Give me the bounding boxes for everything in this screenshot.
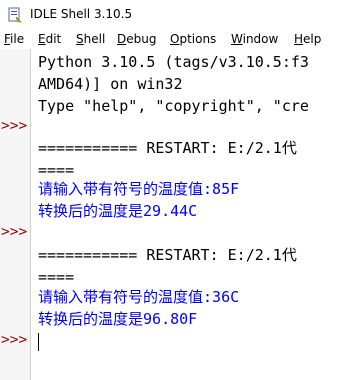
restart-line: =========== RESTART: E:/2.1代 xyxy=(38,246,297,264)
shell-text-area[interactable]: Python 3.10.5 (tags/v3.10.5:f3 AMD64)] o… xyxy=(38,49,347,380)
shell-prompt: >>> xyxy=(1,224,28,240)
banner-line: Type "help", "copyright", "cre xyxy=(38,97,309,115)
output-value: 96.80F xyxy=(143,310,198,328)
text-cursor xyxy=(38,333,39,351)
output-label: 转换后的温度是 xyxy=(38,310,144,328)
banner-line: Python 3.10.5 (tags/v3.10.5:f3 xyxy=(38,53,309,71)
restart-line: =========== RESTART: E:/2.1代 xyxy=(38,139,297,157)
output-line: 请输入带有符号的温度值:85F xyxy=(38,180,240,198)
window-title: IDLE Shell 3.10.5 xyxy=(30,7,133,21)
menu-bar: File Edit Shell Debug Options Window Hel… xyxy=(0,30,347,49)
output-value: 29.44C xyxy=(143,202,198,220)
prompt-gutter xyxy=(0,49,30,380)
banner-line: AMD64)] on win32 xyxy=(38,75,183,93)
menu-help[interactable]: Help xyxy=(294,32,321,46)
shell-prompt: >>> xyxy=(1,332,28,348)
menu-options[interactable]: Options xyxy=(170,32,216,46)
title-bar: IDLE Shell 3.10.5 xyxy=(0,0,347,30)
gutter-divider xyxy=(30,49,31,380)
menu-debug[interactable]: Debug xyxy=(117,32,156,46)
output-label: 转换后的温度是 xyxy=(38,202,144,220)
idle-icon xyxy=(8,7,22,23)
menu-shell[interactable]: Shell xyxy=(76,32,105,46)
restart-line-continued: ==== xyxy=(38,268,75,286)
shell-prompt: >>> xyxy=(1,118,28,134)
output-line: 转换后的温度是96.80F xyxy=(38,308,197,330)
menu-window[interactable]: Window xyxy=(231,32,278,46)
output-line: 转换后的温度是29.44C xyxy=(38,200,197,222)
menu-edit[interactable]: Edit xyxy=(38,32,61,46)
output-line: 请输入带有符号的温度值:36C xyxy=(38,288,240,306)
menu-file[interactable]: File xyxy=(4,32,24,46)
